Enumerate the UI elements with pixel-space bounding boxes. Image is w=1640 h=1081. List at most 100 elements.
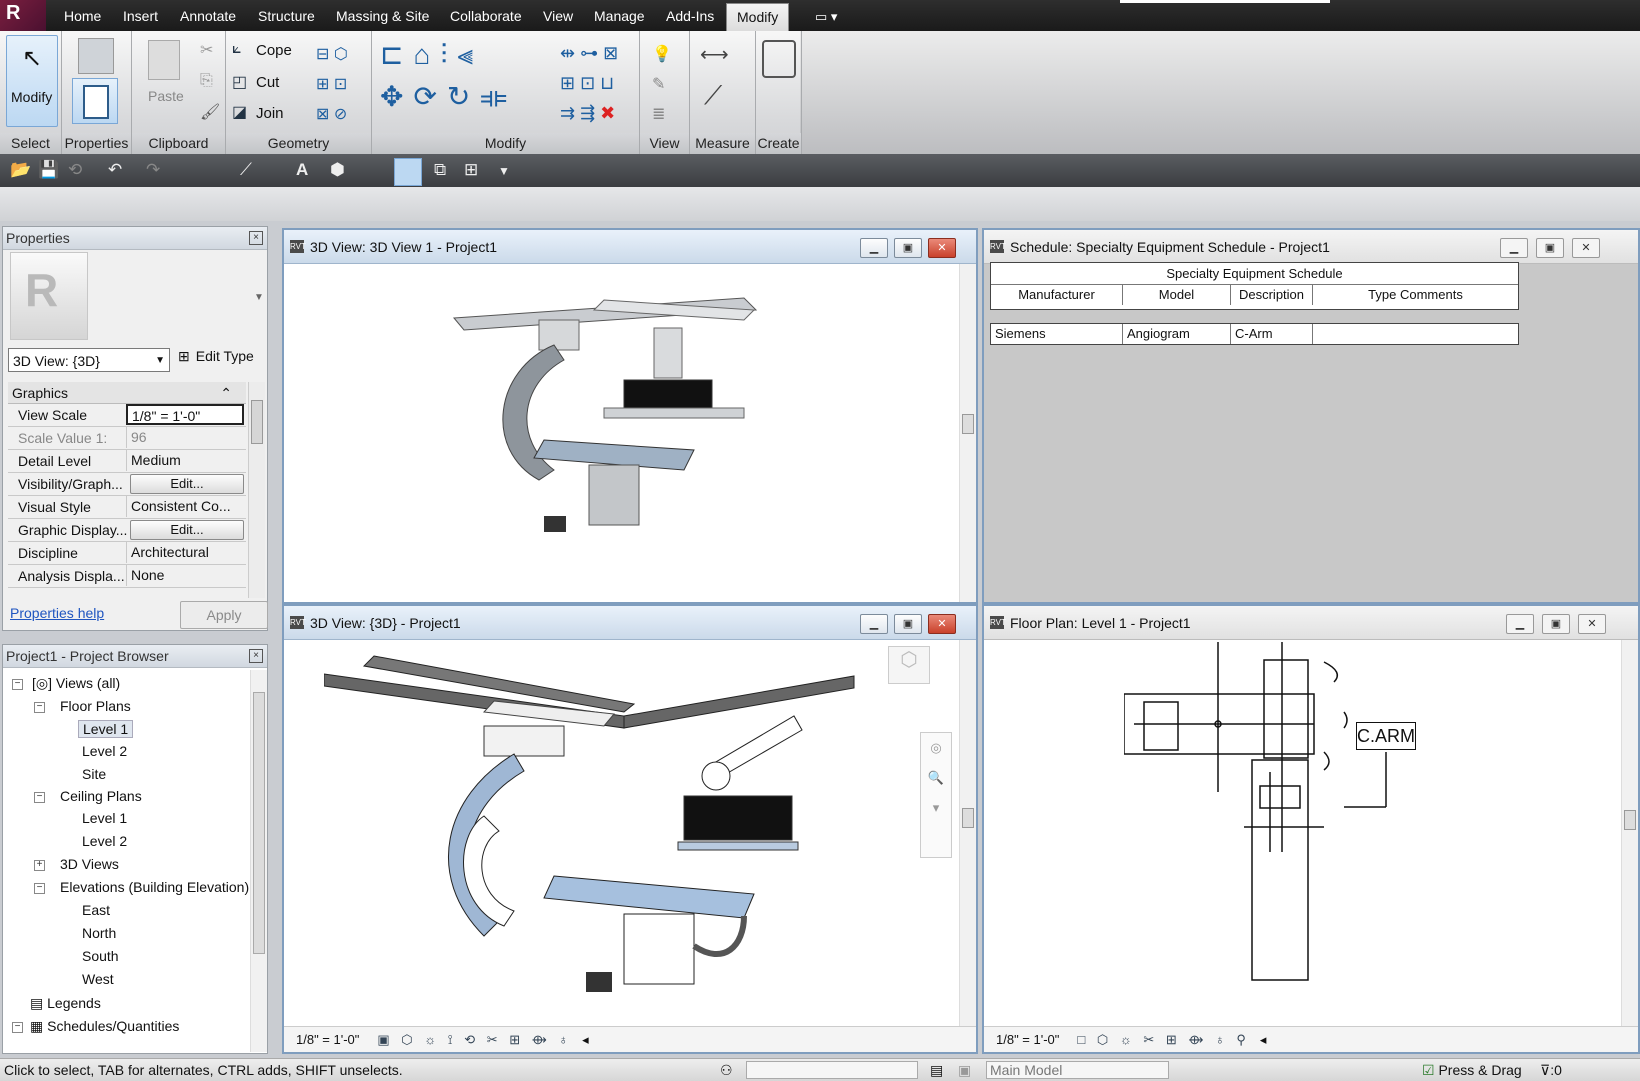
table-row[interactable]: Siemens Angiogram C-Arm (990, 323, 1519, 345)
view-3d-view-1[interactable]: RVT 3D View: 3D View 1 - Project1 ▁ ▣ ✕ (282, 228, 978, 604)
scroll-left-icon[interactable]: ◂ (582, 1032, 589, 1047)
view-control-icons[interactable]: ▣ ⬡ ☼ ⟟ ⟲ ✂ ⊞ ⟴ ♁ (377, 1032, 572, 1047)
filter-icon[interactable]: ⊽:0 (1540, 1059, 1562, 1081)
restore-icon[interactable]: ▣ (1542, 614, 1570, 634)
tree-ceiling-level-1[interactable]: Level 1 (82, 810, 127, 826)
search-box[interactable] (1120, 0, 1330, 3)
graphic-display-edit-button[interactable]: Edit... (130, 520, 244, 540)
tree-floor-plans[interactable]: Floor Plans (60, 698, 131, 714)
open-icon[interactable]: 📂 (10, 160, 31, 180)
expand-icon[interactable]: − (34, 792, 45, 803)
match-type-icon[interactable]: 🖌 (200, 102, 220, 122)
move-copy-rotate-icons[interactable]: ✥⟳↻⟚ (380, 80, 517, 114)
analysis-display-select[interactable]: None (126, 565, 244, 586)
schedule-cell-type-comments[interactable] (1313, 324, 1518, 344)
minimize-icon[interactable]: ▁ (860, 238, 888, 258)
scroll-left-icon[interactable]: ◂ (1260, 1032, 1267, 1047)
scroll-thumb[interactable] (962, 808, 974, 828)
view-scrollbar[interactable] (959, 264, 976, 602)
close-icon[interactable]: ✕ (1572, 238, 1600, 258)
tree-elevation-east[interactable]: East (82, 902, 110, 918)
undo-icon[interactable]: ↶ (108, 160, 122, 180)
browser-scrollbar[interactable] (250, 670, 267, 1052)
workset-select[interactable] (746, 1061, 918, 1079)
switch-windows-icon[interactable]: ⊞ (464, 160, 478, 180)
scroll-thumb[interactable] (251, 400, 263, 444)
schedule-header-model[interactable]: Model (1123, 285, 1231, 305)
tree-schedules[interactable]: ▦ Schedules/Quantities (30, 1018, 179, 1035)
type-selector[interactable]: 3D View: {3D} ▼ (8, 348, 170, 372)
cut-button[interactable]: Cut (256, 74, 279, 91)
expand-icon[interactable]: − (34, 702, 45, 713)
tab-collaborate[interactable]: Collaborate (450, 8, 522, 24)
view-scale-input[interactable]: 1/8" = 1'-0" (126, 404, 244, 425)
close-icon[interactable]: × (249, 231, 263, 245)
copy-icon[interactable]: ⎘ (200, 72, 213, 90)
cut-clip-icon[interactable]: ✂ (200, 40, 213, 60)
visibility-edit-button[interactable]: Edit... (130, 474, 244, 494)
tree-floor-plan-site[interactable]: Site (82, 766, 106, 782)
tree-elevation-south[interactable]: South (82, 948, 119, 964)
properties-help-link[interactable]: Properties help (10, 605, 104, 621)
schedule-cell-description[interactable]: C-Arm (1231, 324, 1313, 344)
tree-ceiling-level-2[interactable]: Level 2 (82, 833, 127, 849)
text-icon[interactable]: A (296, 160, 308, 180)
restore-icon[interactable]: ▣ (1536, 238, 1564, 258)
paste-icon[interactable] (148, 40, 180, 80)
minimize-icon[interactable]: ▁ (1506, 614, 1534, 634)
visual-style-select[interactable]: Consistent Co... (126, 496, 244, 517)
view-scrollbar[interactable] (1621, 640, 1638, 1026)
tree-views-all[interactable]: [◎] Views (all) (32, 675, 120, 692)
view-scrollbar[interactable] (959, 640, 976, 1026)
type-properties-icon[interactable] (78, 38, 114, 74)
editable-only-icon[interactable]: ▤ (930, 1059, 943, 1081)
tree-elevation-west[interactable]: West (82, 971, 114, 987)
properties-toggle-button[interactable] (72, 78, 118, 124)
view-tools-icons[interactable]: 💡 ✎ ≣ (652, 40, 672, 130)
navigation-bar[interactable]: ◎ 🔍 ▾ (920, 732, 952, 858)
tab-insert[interactable]: Insert (123, 8, 158, 24)
tab-view[interactable]: View (543, 8, 573, 24)
3d-view-icon[interactable]: ⬢ (330, 160, 345, 180)
tab-home[interactable]: Home (64, 8, 101, 24)
create-group-icon[interactable] (762, 40, 796, 78)
apply-button[interactable]: Apply (180, 601, 268, 629)
join-icon[interactable]: ◪ (232, 102, 247, 122)
schedule-header-description[interactable]: Description (1231, 285, 1313, 305)
discipline-select[interactable]: Architectural (126, 542, 244, 563)
worksets-icon[interactable]: ⚇ (720, 1059, 733, 1081)
join-button[interactable]: Join (256, 105, 284, 122)
thin-lines-icon[interactable] (394, 158, 422, 186)
tab-annotate[interactable]: Annotate (180, 8, 236, 24)
equipment-tag-label[interactable]: C.ARM (1356, 722, 1416, 750)
edit-type-button[interactable]: ⊞ Edit Type (178, 348, 254, 365)
restore-icon[interactable]: ▣ (894, 238, 922, 258)
detail-level-select[interactable]: Medium (126, 450, 244, 471)
sync-icon[interactable]: ⟲ (68, 160, 82, 180)
expand-icon[interactable]: − (34, 883, 45, 894)
cope-icon[interactable]: ⟀ (232, 40, 242, 58)
close-icon[interactable]: × (249, 649, 263, 663)
tab-add-ins[interactable]: Add-Ins (666, 8, 714, 24)
close-hidden-icon[interactable]: ⧉ (434, 160, 446, 180)
view-scale-label[interactable]: 1/8" = 1'-0" (996, 1032, 1059, 1047)
scroll-thumb[interactable] (253, 692, 265, 954)
trim-split-array-icons[interactable]: ⇹ ⊶ ⊠ ⊞ ⊡ ⊔ ⇉ ⇶ ✖ (560, 38, 618, 128)
graphics-section-header[interactable]: Graphics ⌃ (8, 382, 246, 404)
tree-ceiling-plans[interactable]: Ceiling Plans (60, 788, 142, 804)
application-menu-button[interactable]: R (0, 0, 46, 31)
tab-modify[interactable]: Modify (726, 3, 790, 31)
view-control-icons[interactable]: □ ⬡ ☼ ✂ ⊞ ⟴ ♁ ⚲ (1077, 1032, 1250, 1047)
restore-icon[interactable]: ▣ (894, 614, 922, 634)
modify-button[interactable]: ↖ Modify (6, 35, 58, 127)
tree-3d-views[interactable]: 3D Views (60, 856, 119, 872)
scroll-thumb[interactable] (962, 414, 974, 434)
schedule-cell-model[interactable]: Angiogram (1123, 324, 1231, 344)
tab-massing-site[interactable]: Massing & Site (336, 8, 429, 24)
expand-icon[interactable]: − (12, 1022, 23, 1033)
properties-scrollbar[interactable] (248, 382, 265, 598)
schedule-header-manufacturer[interactable]: Manufacturer (991, 285, 1123, 305)
close-icon[interactable]: ✕ (928, 614, 956, 634)
press-drag-toggle[interactable]: ☑ Press & Drag (1422, 1059, 1522, 1081)
tree-floor-plan-level-2[interactable]: Level 2 (82, 743, 127, 759)
